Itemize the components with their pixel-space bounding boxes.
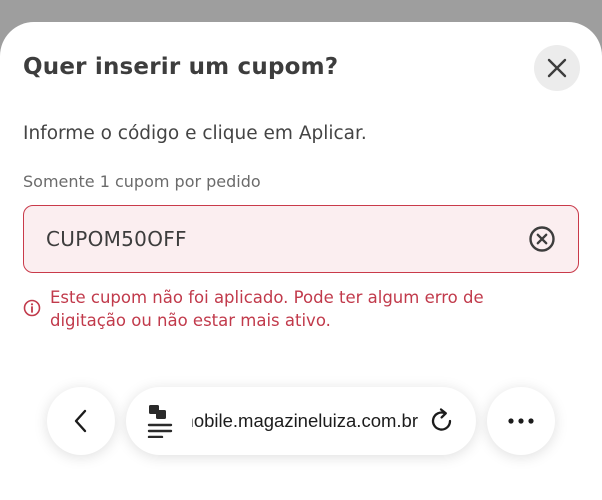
clear-input-button[interactable] [528,225,556,253]
address-bar[interactable]: mobile.magazineluiza.com.br [126,387,476,455]
coupon-modal: Quer inserir um cupom? Informe o código … [0,22,602,500]
coupon-field [23,205,579,273]
modal-title: Quer inserir um cupom? [23,54,339,80]
reload-icon[interactable] [428,407,456,435]
error-message-row: Este cupom não foi aplicado. Pode ter al… [23,286,543,332]
more-options-button[interactable] [487,387,555,455]
url-text: mobile.magazineluiza.com.br [192,410,418,431]
coupon-input[interactable] [46,206,506,272]
more-dots-icon [508,418,534,424]
close-button[interactable] [534,45,580,91]
instruction-text: Informe o código e clique em Aplicar. [23,123,367,144]
back-button[interactable] [47,387,115,455]
error-message: Este cupom não foi aplicado. Pode ter al… [50,288,484,330]
page-menu-icon [147,405,173,438]
chevron-left-icon [74,409,87,433]
info-circle-icon [23,299,41,317]
clear-circle-icon [529,226,555,252]
coupon-limit-label: Somente 1 cupom por pedido [23,172,261,191]
close-icon [547,58,567,78]
